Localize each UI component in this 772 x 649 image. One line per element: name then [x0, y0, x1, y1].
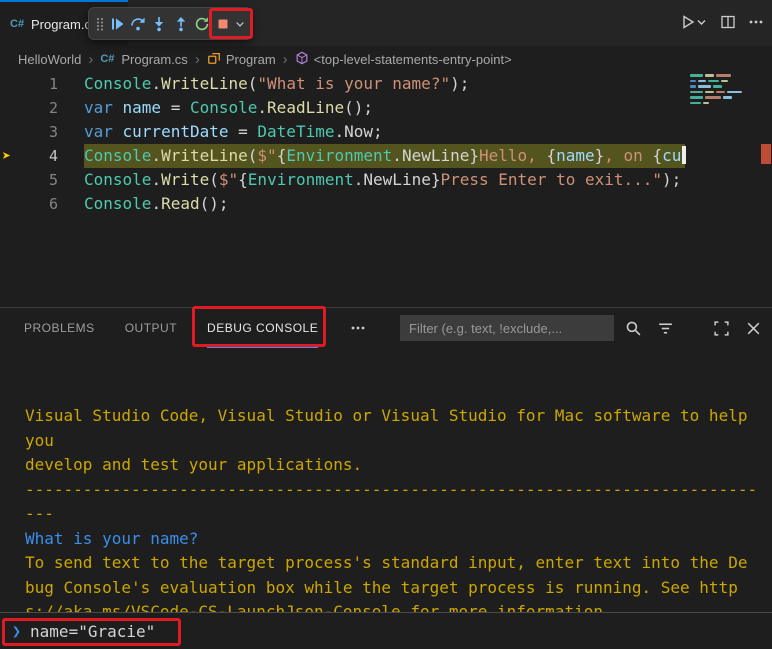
text-cursor	[682, 146, 686, 164]
console-line: What is your name?	[25, 527, 772, 552]
breakpoint-gutter[interactable]	[0, 168, 26, 192]
run-or-debug-icon[interactable]	[680, 9, 708, 35]
minimap[interactable]	[690, 74, 756, 305]
debug-step-out-icon[interactable]	[170, 11, 191, 37]
breadcrumb-separator-icon: ›	[88, 52, 93, 67]
console-lines: Visual Studio Code, Visual Studio or Vis…	[25, 404, 772, 612]
code-text: Console.Read();	[58, 192, 229, 216]
stop-options-chevron-icon[interactable]	[234, 11, 247, 37]
code-text: var name = Console.ReadLine();	[58, 96, 373, 120]
panel-actions	[622, 316, 764, 340]
breadcrumb-item-file[interactable]: C# Program.cs	[100, 52, 187, 67]
breadcrumb-label: <top-level-statements-entry-point>	[314, 52, 512, 67]
line-number: 4	[26, 144, 58, 168]
code-text: Console.WriteLine("What is your name?");	[58, 72, 469, 96]
tab-problems[interactable]: PROBLEMS	[24, 308, 95, 348]
line-number: 2	[26, 96, 58, 120]
panel-more-actions-icon[interactable]	[350, 308, 366, 348]
search-icon[interactable]	[622, 316, 644, 340]
tab-output[interactable]: OUTPUT	[125, 308, 177, 348]
console-line: s://aka.ms/VSCode-CS-LaunchJson-Console …	[25, 600, 772, 612]
code-text: var currentDate = DateTime.Now;	[58, 120, 383, 144]
maximize-panel-icon[interactable]	[710, 316, 732, 340]
breakpoint-gutter[interactable]	[0, 192, 26, 216]
breadcrumb-item-class[interactable]: Program	[207, 51, 276, 68]
code-line[interactable]: 1Console.WriteLine("What is your name?")…	[0, 72, 686, 96]
filter-icon[interactable]	[654, 316, 676, 340]
breadcrumb-item-folder[interactable]: HelloWorld	[18, 52, 81, 67]
console-line: ---	[25, 502, 772, 527]
tab-bar: C# Program.cs	[0, 0, 772, 46]
console-prompt-chevron-icon: ❯	[12, 622, 21, 640]
toolbar-drag-grip-icon[interactable]	[93, 11, 106, 37]
method-symbol-icon	[295, 51, 309, 68]
debug-continue-icon[interactable]	[106, 11, 127, 37]
breadcrumb-label: Program.cs	[121, 52, 187, 67]
breakpoint-gutter[interactable]	[0, 96, 26, 120]
code-text: Console.Write($"{Environment.NewLine}Pre…	[58, 168, 681, 192]
panel-tab-bar: PROBLEMS OUTPUT DEBUG CONSOLE	[0, 308, 772, 348]
editor-actions	[680, 9, 764, 35]
tab-debug-console[interactable]: DEBUG CONSOLE	[207, 308, 318, 348]
debug-stop-icon[interactable]	[212, 11, 233, 37]
code-line[interactable]: 5Console.Write($"{Environment.NewLine}Pr…	[0, 168, 686, 192]
debug-step-over-icon[interactable]	[128, 11, 149, 37]
breadcrumb-label: Program	[226, 52, 276, 67]
breadcrumb-separator-icon: ›	[195, 52, 200, 67]
code-line[interactable]: ➤4Console.WriteLine($"{Environment.NewLi…	[0, 144, 686, 168]
class-symbol-icon	[207, 51, 221, 68]
code-line[interactable]: 2var name = Console.ReadLine();	[0, 96, 686, 120]
breadcrumb-separator-icon: ›	[283, 52, 288, 67]
debug-step-into-icon[interactable]	[149, 11, 170, 37]
console-filter-input[interactable]	[400, 315, 614, 341]
csharp-file-icon: C#	[10, 18, 26, 30]
breadcrumb-label: HelloWorld	[18, 52, 81, 67]
code-lines: 1Console.WriteLine("What is your name?")…	[0, 72, 686, 216]
console-line: you	[25, 429, 772, 454]
debug-toolbar	[88, 7, 252, 40]
console-line: To send text to the target process's sta…	[25, 551, 772, 576]
debug-current-line-arrow-icon[interactable]: ➤	[0, 144, 26, 168]
console-line: Visual Studio Code, Visual Studio or Vis…	[25, 404, 772, 429]
code-editor[interactable]: 1Console.WriteLine("What is your name?")…	[0, 72, 686, 307]
line-number: 1	[26, 72, 58, 96]
line-number: 5	[26, 168, 58, 192]
code-line[interactable]: 6Console.Read();	[0, 192, 686, 216]
breadcrumb-item-method[interactable]: <top-level-statements-entry-point>	[295, 51, 512, 68]
more-actions-icon[interactable]	[748, 9, 764, 35]
debug-console-input-row[interactable]: ❯ name="Gracie"	[0, 612, 772, 649]
debug-restart-icon[interactable]	[191, 11, 212, 37]
line-number: 6	[26, 192, 58, 216]
debug-console-output: Visual Studio Code, Visual Studio or Vis…	[0, 347, 772, 612]
console-input-value[interactable]: name="Gracie"	[30, 622, 155, 641]
close-panel-icon[interactable]	[742, 316, 764, 340]
console-line: develop and test your applications.	[25, 453, 772, 478]
overview-ruler	[759, 72, 772, 307]
breakpoint-gutter[interactable]	[0, 120, 26, 144]
csharp-file-icon: C#	[100, 53, 116, 65]
breakpoint-gutter[interactable]	[0, 72, 26, 96]
console-line: bug Console's evaluation box while the t…	[25, 576, 772, 601]
overview-ruler-debug-marker	[761, 144, 771, 164]
line-number: 3	[26, 120, 58, 144]
console-line: ----------------------------------------…	[25, 478, 772, 503]
breadcrumb: HelloWorld › C# Program.cs › Program › <…	[0, 46, 772, 72]
code-text: Console.WriteLine($"{Environment.NewLine…	[58, 144, 686, 168]
code-line[interactable]: 3var currentDate = DateTime.Now;	[0, 120, 686, 144]
split-editor-icon[interactable]	[720, 9, 736, 35]
